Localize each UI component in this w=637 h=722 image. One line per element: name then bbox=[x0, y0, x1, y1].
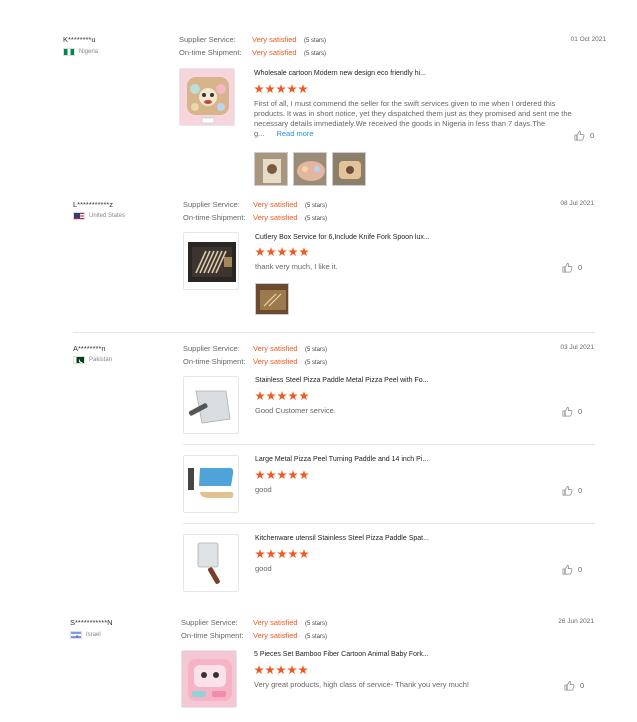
baby-plate-icon[interactable] bbox=[179, 68, 235, 126]
star-icon bbox=[277, 470, 287, 480]
star-icon bbox=[277, 247, 287, 257]
product-title[interactable]: Stainless Steel Pizza Paddle Metal Pizza… bbox=[255, 377, 429, 384]
on-time-shipment-row: On-time Shipment: Very satisfied (5 stars) bbox=[183, 213, 328, 222]
pizza-spatula-icon[interactable] bbox=[183, 534, 239, 592]
product-title[interactable]: Cutlery Box Service for 6,Include Knife … bbox=[255, 234, 430, 241]
review-comment: First of all, I must commend the seller … bbox=[254, 99, 572, 138]
rating-stars bbox=[255, 470, 309, 480]
star-icon bbox=[288, 247, 298, 257]
on-time-shipment-row: On-time Shipment: Very satisfied (5 stars) bbox=[179, 48, 327, 57]
review-comment: good bbox=[255, 485, 272, 494]
like-button[interactable]: 0 bbox=[562, 564, 582, 575]
product-divider bbox=[183, 444, 595, 445]
star-icon bbox=[288, 391, 298, 401]
pizza-paddle-set-icon[interactable] bbox=[183, 455, 239, 513]
rating-stars bbox=[254, 665, 308, 675]
like-button[interactable]: 0 bbox=[574, 130, 594, 141]
cutlery-box-icon[interactable] bbox=[183, 232, 239, 290]
product-title[interactable]: Wholesale cartoon Modern new design eco … bbox=[254, 70, 426, 77]
star-icon bbox=[277, 391, 287, 401]
thumbs-up-icon bbox=[562, 486, 573, 496]
rating-stars bbox=[255, 391, 309, 401]
star-icon bbox=[265, 665, 275, 675]
review-date: 08 Jul 2021 bbox=[560, 200, 594, 207]
rating-stars bbox=[254, 84, 308, 94]
review-date: 03 Jul 2021 bbox=[560, 344, 594, 351]
star-icon bbox=[287, 84, 297, 94]
review-photo[interactable] bbox=[332, 152, 366, 186]
thumbs-up-icon bbox=[562, 407, 573, 417]
star-icon bbox=[288, 549, 298, 559]
review-photo[interactable] bbox=[255, 283, 289, 315]
star-icon bbox=[299, 391, 309, 401]
review-photo[interactable] bbox=[293, 152, 327, 186]
on-time-shipment-row: On-time Shipment: Very satisfied (5 stars) bbox=[183, 357, 328, 366]
review-comment: Good Customer service. bbox=[255, 406, 336, 415]
star-icon bbox=[298, 665, 308, 675]
star-icon bbox=[299, 549, 309, 559]
supplier-service-row: Supplier Service: Very satisfied (5 stars) bbox=[181, 618, 328, 627]
star-icon bbox=[255, 391, 265, 401]
product-title[interactable]: 5 Pieces Set Bamboo Fiber Cartoon Animal… bbox=[254, 651, 429, 658]
product-divider bbox=[183, 523, 595, 524]
supplier-service-row: Supplier Service: Very satisfied (5 stars) bbox=[179, 35, 327, 44]
star-icon bbox=[299, 247, 309, 257]
thumbs-up-icon bbox=[562, 565, 573, 575]
israel-flag-icon: ✡ bbox=[70, 631, 82, 639]
star-icon bbox=[255, 470, 265, 480]
like-button[interactable]: 0 bbox=[562, 262, 582, 273]
review-comment: Very great products, high class of servi… bbox=[254, 680, 469, 689]
supplier-service-row: Supplier Service: Very satisfied (5 stars) bbox=[183, 344, 328, 353]
thumbs-up-icon bbox=[564, 681, 575, 691]
reviewer-country: ✡ Israel bbox=[70, 631, 101, 639]
star-icon bbox=[255, 549, 265, 559]
nigeria-flag-icon bbox=[63, 48, 75, 56]
supplier-service-row: Supplier Service: Very satisfied (5 stars) bbox=[183, 200, 328, 209]
star-icon bbox=[276, 665, 286, 675]
pakistan-flag-icon bbox=[73, 356, 85, 364]
thumbs-up-icon bbox=[562, 263, 573, 273]
star-icon bbox=[276, 84, 286, 94]
review-date: 26 Jun 2021 bbox=[558, 618, 594, 625]
star-icon bbox=[298, 84, 308, 94]
reviewer-name: L***********z bbox=[73, 200, 114, 209]
reviewer-name: K********u bbox=[63, 35, 96, 44]
rating-stars bbox=[255, 549, 309, 559]
reviewer-country: United States bbox=[73, 212, 125, 220]
reviewer-country: Nigeria bbox=[63, 48, 98, 56]
reviewer-name: S***********N bbox=[70, 618, 113, 627]
star-icon bbox=[265, 84, 275, 94]
united-states-flag-icon bbox=[73, 212, 85, 220]
pizza-peel-icon[interactable] bbox=[183, 376, 239, 434]
bamboo-baby-set-icon[interactable] bbox=[181, 650, 237, 708]
star-icon bbox=[266, 470, 276, 480]
product-title[interactable]: Kitchenware utensil Stainless Steel Pizz… bbox=[255, 535, 429, 542]
star-icon bbox=[254, 84, 264, 94]
review-photo[interactable] bbox=[254, 152, 288, 186]
star-icon bbox=[254, 665, 264, 675]
review-comment: good bbox=[255, 564, 272, 573]
thumbs-up-icon bbox=[574, 131, 585, 141]
star-icon bbox=[277, 549, 287, 559]
like-button[interactable]: 0 bbox=[564, 680, 584, 691]
on-time-shipment-row: On-time Shipment: Very satisfied (5 stars) bbox=[181, 631, 328, 640]
star-icon bbox=[266, 247, 276, 257]
like-button[interactable]: 0 bbox=[562, 485, 582, 496]
read-more-link[interactable]: Read more bbox=[276, 129, 313, 138]
like-button[interactable]: 0 bbox=[562, 406, 582, 417]
star-icon bbox=[288, 470, 298, 480]
reviewer-name: A********n bbox=[73, 344, 106, 353]
review-comment: thank very much, I like it. bbox=[255, 262, 338, 271]
review-divider bbox=[73, 332, 595, 333]
rating-stars bbox=[255, 247, 309, 257]
star-icon bbox=[299, 470, 309, 480]
star-icon bbox=[255, 247, 265, 257]
star-icon bbox=[287, 665, 297, 675]
product-title[interactable]: Large Metal Pizza Peel Turning Paddle an… bbox=[255, 456, 428, 463]
review-date: 01 Oct 2021 bbox=[570, 36, 606, 43]
star-icon bbox=[266, 549, 276, 559]
reviewer-country: Pakistan bbox=[73, 356, 112, 364]
star-icon bbox=[266, 391, 276, 401]
